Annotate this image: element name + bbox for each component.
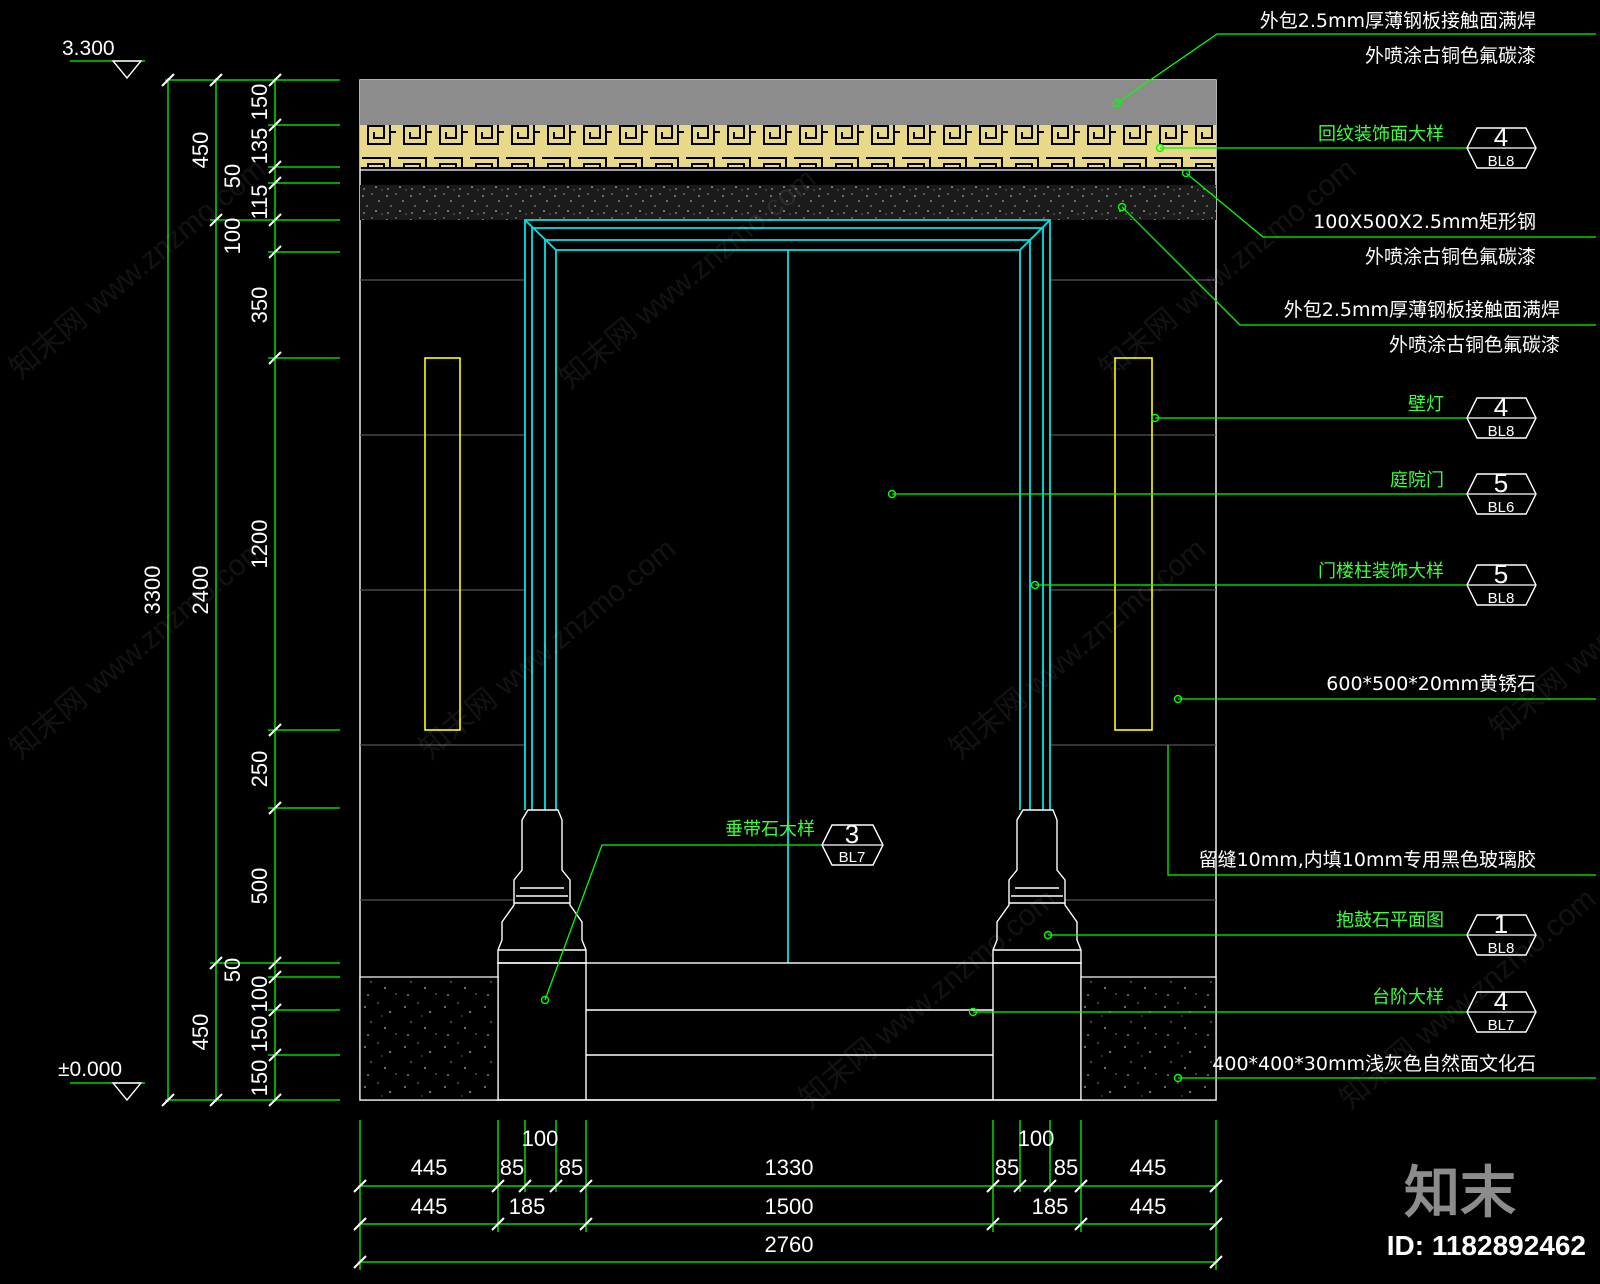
watermark-text: 知末网 www.znzmo.com — [793, 882, 1062, 1115]
callout-chuidai: 3 BL7 — [821, 819, 884, 866]
note-joint: 留缝10mm,内填10mm专用黑色玻璃胶 — [1199, 849, 1536, 871]
wall-lamp-right — [1114, 357, 1153, 731]
dim-bottom-label: 445 — [1130, 1155, 1167, 1180]
note-steel-line2: 外喷涂古铜色氟碳漆 — [1365, 246, 1536, 268]
watermark-text: 知末网 www.znzmo.com — [3, 532, 272, 765]
dim-inner-label: 350 — [247, 287, 272, 324]
wall-lamp-left — [424, 357, 461, 731]
callout-post: 5 BL8 — [1466, 559, 1537, 607]
dim-bottom-label: 85 — [1054, 1155, 1078, 1180]
note-steel-line1: 100X500X2.5mm矩形钢 — [1313, 211, 1536, 233]
dim-bottom-label: 100 — [522, 1126, 559, 1151]
dim-inner-label: 150 — [247, 84, 272, 121]
dim-bottom-label: 185 — [1032, 1194, 1069, 1219]
callout-ref: BL7 — [839, 849, 866, 866]
note-base: 抱鼓石平面图 — [1336, 910, 1444, 931]
level-top-label: 3.300 — [62, 37, 115, 60]
note-beam-line1: 外包2.5mm厚薄钢板接触面满焊 — [1284, 299, 1560, 321]
dim-bottom-label: 100 — [1018, 1126, 1055, 1151]
note-stone: 600*500*20mm黄锈石 — [1326, 673, 1536, 695]
level-marker-top: 3.300 — [62, 37, 143, 80]
callout-number: 3 — [845, 819, 859, 849]
bottom-dimension-labels: 445 85 100 85 1330 85 100 85 445 445 185… — [411, 1126, 1167, 1257]
watermark-text: 知末网 www.znzmo.com — [943, 532, 1212, 765]
dim-bottom-label: 1500 — [765, 1194, 814, 1219]
dim-bottom-total: 2760 — [765, 1232, 814, 1257]
callout-number: 4 — [1494, 392, 1508, 422]
callout-ref: BL7 — [1488, 1017, 1515, 1034]
callout-ref: BL8 — [1488, 590, 1515, 607]
callout-ref: BL8 — [1488, 423, 1515, 440]
note-lamp: 壁灯 — [1408, 394, 1444, 415]
level-marker-bottom: ±0.000 — [58, 1058, 143, 1102]
dim-inner-label: 50 — [220, 958, 245, 982]
callout-huiwen: 4 BL8 — [1466, 122, 1537, 170]
callout-number: 5 — [1494, 559, 1508, 589]
dim-bottom-label: 445 — [411, 1194, 448, 1219]
drum-stone-left — [497, 809, 587, 964]
note-huiwen: 回纹装饰面大样 — [1318, 124, 1444, 145]
dim-bottom-label: 1330 — [765, 1155, 814, 1180]
note-door: 庭院门 — [1390, 470, 1444, 491]
dim-bottom-label: 85 — [559, 1155, 583, 1180]
steps — [497, 962, 1082, 1101]
top-cap — [360, 80, 1216, 125]
watermark-text: 知末网 www.znzmo.com — [413, 532, 682, 765]
callout-number: 4 — [1494, 122, 1508, 152]
dim-bottom-450: 450 — [188, 1014, 213, 1051]
dim-inner-label: 500 — [247, 868, 272, 905]
dim-bottom-label: 445 — [1130, 1194, 1167, 1219]
note-chuidai: 垂带石大样 — [725, 819, 815, 840]
note-top-cap-line2: 外喷涂古铜色氟碳漆 — [1365, 45, 1536, 67]
dim-bottom-label: 445 — [411, 1155, 448, 1180]
dim-inner-label: 100 — [220, 218, 245, 255]
note-top-cap-line1: 外包2.5mm厚薄钢板接触面满焊 — [1260, 10, 1536, 32]
dim-bottom-label: 85 — [500, 1155, 524, 1180]
dim-bottom-label: 85 — [995, 1155, 1019, 1180]
huiwen-band — [360, 125, 1216, 167]
callout-door: 5 BL6 — [1466, 468, 1537, 516]
callout-ref: BL6 — [1488, 499, 1515, 516]
callout-ref: BL8 — [1488, 153, 1515, 170]
note-beam-line2: 外喷涂古铜色氟碳漆 — [1389, 334, 1560, 356]
level-bottom-label: ±0.000 — [58, 1058, 122, 1081]
dim-top-450: 450 — [188, 132, 213, 169]
brand-logo: 知末 — [1404, 1161, 1516, 1226]
culture-stone-left — [359, 976, 499, 1101]
elevation-drawing: 3.300 ±0.000 3300 450 2400 450 150 135 5… — [3, 10, 1600, 1270]
watermark-text: 知末网 www.znzmo.com — [1483, 512, 1600, 745]
dim-inner-label: 150 — [247, 1016, 272, 1053]
callout-number: 1 — [1494, 909, 1508, 939]
note-step: 台阶大样 — [1372, 987, 1444, 1008]
brand-id: ID: 1182892462 — [1387, 1230, 1586, 1261]
callout-number: 5 — [1494, 468, 1508, 498]
dim-bottom-label: 185 — [509, 1194, 546, 1219]
culture-stone-right — [1080, 976, 1217, 1101]
callout-lamp: 4 BL8 — [1466, 392, 1537, 440]
watermark-text: 知末网 www.znzmo.com — [3, 152, 272, 385]
dim-inner-label: 150 — [247, 1060, 272, 1097]
dim-inner-label: 100 — [247, 976, 272, 1013]
dim-inner-label: 250 — [247, 751, 272, 788]
note-post: 门楼柱装饰大样 — [1318, 561, 1444, 582]
